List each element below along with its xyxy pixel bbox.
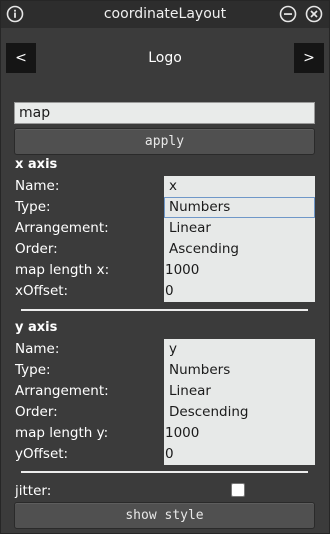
close-icon[interactable] — [305, 5, 323, 23]
x-order-label: Order: — [15, 241, 58, 257]
x-order-select[interactable]: Ascending — [164, 239, 315, 260]
logo-text: Logo — [148, 50, 182, 66]
x-name-label: Name: — [15, 178, 60, 194]
jitter-checkbox[interactable] — [231, 483, 245, 497]
x-type-select[interactable]: Numbers — [164, 197, 315, 218]
x-offset-label: xOffset: — [15, 283, 69, 299]
y-offset-label: yOffset: — [15, 446, 69, 462]
x-arrangement-label: Arrangement: — [15, 220, 109, 236]
x-arrangement-select[interactable]: Linear — [164, 218, 315, 239]
y-type-label: Type: — [15, 362, 51, 378]
x-map-length-label: map length x: — [15, 262, 110, 278]
x-offset-field[interactable]: 0 — [164, 281, 315, 302]
next-button[interactable]: > — [294, 43, 324, 73]
y-type-select[interactable]: Numbers — [164, 360, 315, 381]
y-axis-heading: y axis — [15, 320, 58, 335]
title-bar: coordinateLayout — [1, 1, 329, 28]
divider — [21, 309, 308, 311]
app-window: coordinateLayout < Logo > map apply x ax… — [0, 0, 330, 534]
y-axis-fields: y Numbers Linear Descending 1000 0 — [164, 339, 315, 465]
x-axis-heading: x axis — [15, 157, 58, 172]
x-type-label: Type: — [15, 199, 51, 215]
y-map-length-field[interactable]: 1000 — [164, 423, 315, 444]
show-style-button[interactable]: show style — [14, 502, 315, 529]
y-arrangement-select[interactable]: Linear — [164, 381, 315, 402]
jitter-label: jitter: — [15, 483, 52, 499]
y-name-field[interactable]: y — [164, 339, 315, 360]
y-order-select[interactable]: Descending — [164, 402, 315, 423]
minimize-icon[interactable] — [279, 5, 297, 23]
divider — [21, 471, 308, 473]
x-axis-fields: x Numbers Linear Ascending 1000 0 — [164, 176, 315, 302]
nav-bar: < Logo > — [1, 28, 329, 88]
y-arrangement-label: Arrangement: — [15, 383, 109, 399]
y-order-label: Order: — [15, 404, 58, 420]
x-name-field[interactable]: x — [164, 176, 315, 197]
y-name-label: Name: — [15, 341, 60, 357]
map-input[interactable]: map — [14, 102, 315, 124]
y-map-length-label: map length y: — [15, 425, 109, 441]
y-offset-field[interactable]: 0 — [164, 444, 315, 465]
x-map-length-field[interactable]: 1000 — [164, 260, 315, 281]
apply-button[interactable]: apply — [14, 128, 315, 155]
